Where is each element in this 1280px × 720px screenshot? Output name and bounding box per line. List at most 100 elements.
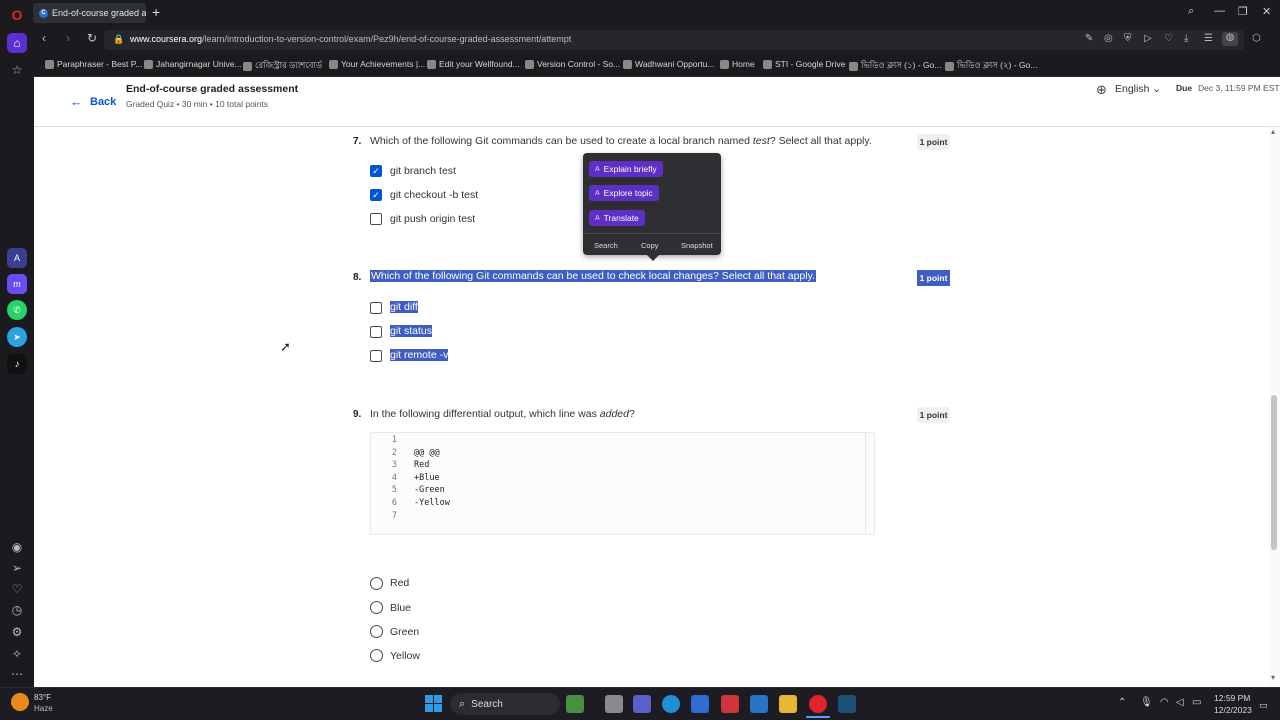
checkbox[interactable] bbox=[370, 213, 382, 225]
bookmark-item[interactable]: Wadhwani Opportu... bbox=[623, 59, 715, 69]
profile-icon[interactable]: ◍ bbox=[1222, 32, 1238, 46]
whatsapp-icon[interactable]: ✆ bbox=[7, 300, 27, 320]
browser-tab[interactable]: C End-of-course graded ass bbox=[33, 3, 146, 23]
bookmark-item[interactable]: Edit your Wellfound... bbox=[427, 59, 520, 69]
task-view-icon[interactable] bbox=[605, 695, 623, 713]
chevron-down-icon[interactable]: ⌄ bbox=[1152, 82, 1161, 95]
lightbulb-icon[interactable]: ✧ bbox=[7, 644, 27, 664]
shield-icon[interactable]: ⛨ bbox=[1124, 33, 1132, 44]
more-icon[interactable]: ⋯ bbox=[7, 664, 27, 684]
file-explorer-icon[interactable] bbox=[779, 695, 797, 713]
search-tabs-icon[interactable]: ⌕ bbox=[1188, 5, 1194, 18]
language-select[interactable]: English bbox=[1115, 83, 1149, 95]
volume-icon[interactable]: ◁ bbox=[1176, 697, 1184, 708]
player-icon[interactable]: ◉ bbox=[7, 537, 27, 557]
checkbox[interactable] bbox=[370, 350, 382, 362]
search-action[interactable]: Search bbox=[594, 241, 618, 250]
bookmark-item[interactable]: Paraphraser - Best P... bbox=[45, 59, 142, 69]
settings-gear-icon[interactable]: ⚙ bbox=[7, 622, 27, 642]
weather-temp[interactable]: 83°F bbox=[34, 693, 51, 702]
weather-icon[interactable] bbox=[11, 693, 29, 711]
option-label[interactable]: git diff bbox=[390, 301, 418, 313]
option-label[interactable]: git push origin test bbox=[390, 213, 475, 225]
weather-condition[interactable]: Haze bbox=[34, 704, 53, 713]
vscode-icon[interactable] bbox=[838, 695, 856, 713]
home-icon[interactable]: ⌂ bbox=[7, 33, 27, 53]
option-label[interactable]: Red bbox=[390, 577, 409, 589]
option-label[interactable]: git status bbox=[390, 325, 433, 337]
office-icon[interactable] bbox=[721, 695, 739, 713]
edge-browser-icon[interactable] bbox=[662, 695, 680, 713]
tray-chevron-up-icon[interactable]: ⌃ bbox=[1118, 697, 1126, 708]
snapshot-action[interactable]: Snapshot bbox=[681, 241, 713, 250]
taskbar-search[interactable]: ⌕ Search bbox=[450, 693, 560, 715]
option-label[interactable]: Green bbox=[390, 626, 419, 638]
mail-icon[interactable] bbox=[750, 695, 768, 713]
forward-nav-icon[interactable]: › bbox=[66, 31, 70, 45]
url-text[interactable]: www.coursera.org/learn/introduction-to-v… bbox=[130, 34, 571, 44]
telegram-icon[interactable]: ➤ bbox=[7, 327, 27, 347]
maximize-icon[interactable]: ❐ bbox=[1238, 5, 1248, 18]
extensions-icon[interactable]: ⬡ bbox=[1252, 33, 1261, 44]
play-icon[interactable]: ▷ bbox=[1144, 33, 1152, 44]
camera-icon[interactable]: ◎ bbox=[1104, 33, 1113, 44]
radio-button[interactable] bbox=[370, 625, 383, 638]
widgets-icon[interactable] bbox=[566, 695, 584, 713]
explain-briefly-button[interactable]: A Explain briefly bbox=[589, 161, 663, 177]
send-icon[interactable]: ➢ bbox=[7, 558, 27, 578]
reload-icon[interactable]: ↻ bbox=[87, 31, 97, 45]
store-icon[interactable] bbox=[691, 695, 709, 713]
option-label[interactable]: Yellow bbox=[390, 650, 420, 662]
bookmark-heart-icon[interactable]: ♡ bbox=[1164, 33, 1173, 44]
tiktok-icon[interactable]: ♪ bbox=[7, 354, 27, 374]
battery-icon[interactable]: ▭ bbox=[1192, 697, 1201, 708]
scroll-down-icon[interactable]: ▾ bbox=[1271, 673, 1275, 682]
scroll-up-icon[interactable]: ▴ bbox=[1271, 127, 1275, 136]
option-label[interactable]: Blue bbox=[390, 602, 411, 614]
microphone-icon[interactable]: 🎙 bbox=[1140, 697, 1153, 708]
radio-button[interactable] bbox=[370, 601, 383, 614]
bookmark-item[interactable]: ভিডিও ক্লাস (২) - Go... bbox=[945, 59, 1037, 73]
new-tab-icon[interactable]: + bbox=[152, 5, 160, 19]
back-link[interactable]: Back bbox=[90, 96, 116, 108]
notifications-icon[interactable]: ▭ bbox=[1259, 700, 1268, 711]
speed-dial-star-icon[interactable]: ☆ bbox=[7, 60, 27, 80]
radio-button[interactable] bbox=[370, 577, 383, 590]
menu-icon[interactable]: ☰ bbox=[1204, 33, 1213, 44]
windows-start-icon[interactable] bbox=[425, 695, 442, 712]
bookmark-item[interactable]: ভিডিও ক্লাস (১) - Go... bbox=[849, 59, 941, 73]
checkbox-checked[interactable]: ✓ bbox=[370, 189, 382, 201]
opera-taskbar-icon[interactable] bbox=[809, 695, 827, 713]
option-label[interactable]: git checkout -b test bbox=[390, 189, 478, 201]
radio-button[interactable] bbox=[370, 649, 383, 662]
history-icon[interactable]: ◷ bbox=[7, 600, 27, 620]
close-window-icon[interactable]: ✕ bbox=[1262, 5, 1271, 18]
translate-button[interactable]: A Translate bbox=[589, 210, 645, 226]
back-arrow-icon[interactable]: ← bbox=[70, 94, 83, 109]
option-label[interactable]: git remote -v bbox=[390, 349, 449, 361]
edit-icon[interactable]: ✎ bbox=[1085, 33, 1093, 44]
teams-chat-icon[interactable] bbox=[633, 695, 651, 713]
bookmark-item[interactable]: Version Control - So... bbox=[525, 59, 620, 69]
clock-time[interactable]: 12:59 PM bbox=[1214, 693, 1250, 703]
checkbox-checked[interactable]: ✓ bbox=[370, 165, 382, 177]
download-icon[interactable]: ⤓ bbox=[1184, 33, 1188, 44]
messenger-icon[interactable]: m bbox=[7, 274, 27, 294]
bookmark-item[interactable]: Home bbox=[720, 59, 755, 69]
wifi-icon[interactable]: ◠ bbox=[1160, 697, 1169, 708]
option-label[interactable]: git branch test bbox=[390, 165, 456, 177]
opera-logo-icon[interactable]: O bbox=[7, 5, 27, 25]
scrollbar-thumb[interactable] bbox=[1271, 395, 1277, 550]
bookmark-item[interactable]: Jahangirnagar Unive... bbox=[144, 59, 242, 69]
bookmark-item[interactable]: STI - Google Drive bbox=[763, 59, 845, 69]
checkbox[interactable] bbox=[370, 302, 382, 314]
back-nav-icon[interactable]: ‹ bbox=[42, 31, 46, 45]
heart-icon[interactable]: ♡ bbox=[7, 579, 27, 599]
clock-date[interactable]: 12/2/2023 bbox=[1214, 705, 1252, 715]
globe-icon[interactable]: ⊕ bbox=[1096, 82, 1107, 98]
explore-topic-button[interactable]: A Explore topic bbox=[589, 185, 659, 201]
bookmark-item[interactable]: রেজিস্ট্রার ড্যাশবোর্ড bbox=[243, 59, 322, 73]
checkbox[interactable] bbox=[370, 326, 382, 338]
aria-ai-icon[interactable]: A bbox=[7, 248, 27, 268]
minimize-icon[interactable]: — bbox=[1214, 5, 1225, 17]
